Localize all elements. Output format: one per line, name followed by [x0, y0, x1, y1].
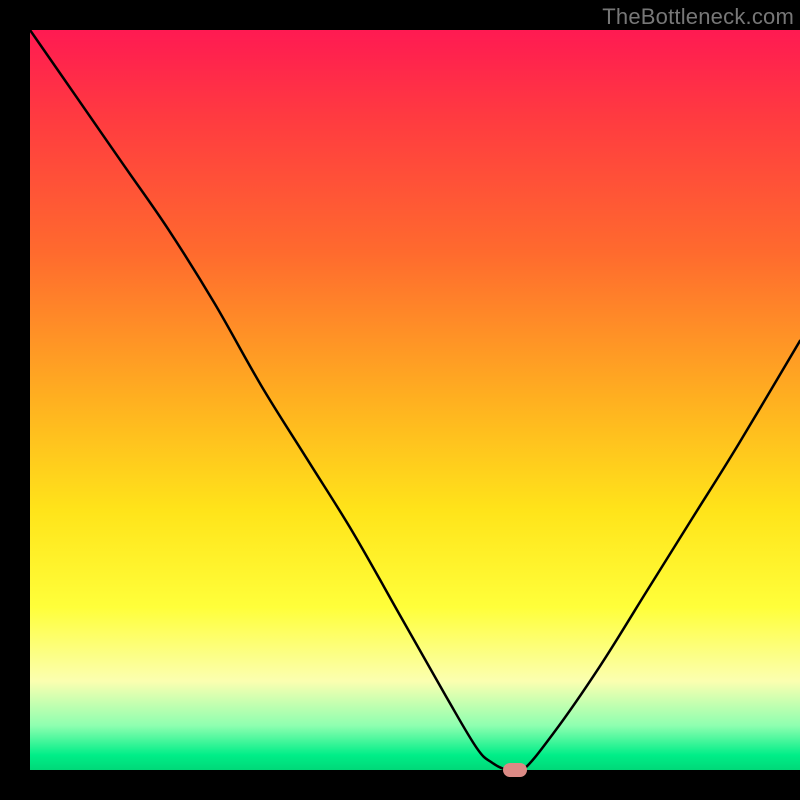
- watermark-text: TheBottleneck.com: [602, 4, 794, 30]
- top-border: TheBottleneck.com: [0, 0, 800, 30]
- chart-container: TheBottleneck.com: [0, 0, 800, 800]
- bottom-border: [30, 770, 800, 800]
- left-border: [0, 0, 30, 800]
- optimal-marker: [503, 763, 527, 777]
- bottleneck-curve: [30, 30, 800, 770]
- curve-svg: [30, 30, 800, 770]
